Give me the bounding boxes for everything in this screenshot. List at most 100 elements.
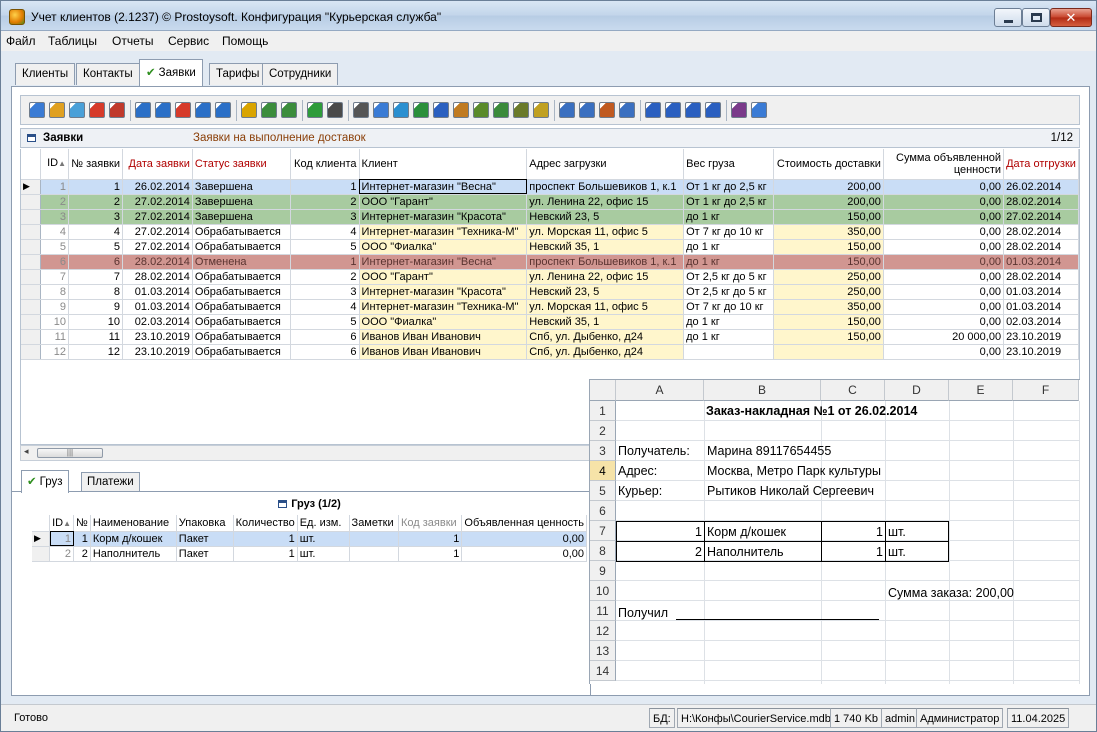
cell-num[interactable]: 2 (68, 194, 123, 210)
title-bar[interactable]: Учет клиентов (2.1237) © Prostoysoft. Ко… (1, 1, 1096, 31)
col-package[interactable]: Упаковка (176, 515, 234, 532)
cell-value[interactable]: 0,00 (883, 224, 1005, 240)
cell-addr[interactable]: Невский 23, 5 (526, 284, 685, 300)
cell-name[interactable]: Наполнитель (90, 546, 177, 562)
cell-status[interactable]: Обрабатывается (192, 344, 291, 360)
row-indicator[interactable] (21, 254, 42, 270)
table-row[interactable]: 12 12 23.10.2019 Обрабатывается 6 Иванов Иван… (21, 344, 1079, 360)
cell-id[interactable]: 2 (49, 546, 75, 562)
cell-client[interactable]: Интернет-магазин "Красота" (359, 209, 528, 225)
cell-num[interactable]: 11 (68, 329, 123, 345)
col-header-e[interactable]: E (949, 380, 1013, 401)
cell-code[interactable]: 2 (290, 194, 360, 210)
order-total[interactable]: Сумма заказа: 200,00 (888, 583, 1014, 603)
cell-value[interactable]: 0,00 (883, 179, 1005, 195)
cell-id[interactable]: 10 (40, 314, 70, 330)
cell-code[interactable]: 5 (290, 314, 360, 330)
add-record-icon[interactable] (29, 102, 45, 118)
row-header-1[interactable]: 1 (590, 401, 616, 421)
cell-num[interactable]: 5 (68, 239, 123, 255)
cell-weight[interactable]: до 1 кг (683, 209, 774, 225)
cell-num[interactable]: 10 (68, 314, 123, 330)
cell-client[interactable]: Интернет-магазин "Красота" (359, 284, 528, 300)
cell-date[interactable]: 27.02.2014 (122, 224, 193, 240)
cell-status[interactable]: Обрабатывается (192, 224, 291, 240)
table-row[interactable]: 6 6 28.02.2014 Отменена 1 Интернет-магазин "В… (21, 254, 1079, 270)
received-label[interactable]: Получил (618, 603, 668, 623)
filter-icon[interactable] (135, 102, 151, 118)
table-row[interactable]: 2 2 Наполнитель Пакет 1 шт. 1 0,00 (32, 546, 587, 562)
export-html-icon[interactable] (453, 102, 469, 118)
refresh-icon[interactable] (307, 102, 323, 118)
menu-file[interactable]: Файл (6, 34, 36, 48)
tab-clients[interactable]: Клиенты (15, 63, 76, 85)
cell-date[interactable]: 23.10.2019 (122, 329, 193, 345)
table-row[interactable]: ▶ 1 1 26.02.2014 Завершена 1 Интернет-магазин … (21, 179, 1079, 195)
col-client-code[interactable]: Код клиента (290, 149, 360, 180)
row-header-13[interactable]: 13 (590, 641, 616, 661)
row-indicator[interactable] (21, 194, 42, 210)
cell-value[interactable]: 0,00 (883, 269, 1005, 285)
col-header-f[interactable]: F (1013, 380, 1079, 401)
cell-code[interactable]: 5 (290, 239, 360, 255)
cell-cost[interactable]: 200,00 (773, 194, 884, 210)
cell-date[interactable]: 01.03.2014 (122, 284, 193, 300)
prev-record-icon[interactable] (665, 102, 681, 118)
cell-ship[interactable]: 02.03.2014 (1003, 314, 1079, 330)
tab-tariffs[interactable]: Тарифы (209, 63, 267, 85)
cell-code[interactable]: 1 (290, 254, 360, 270)
col-order-number[interactable]: № заявки (68, 149, 123, 180)
menu-help[interactable]: Помощь (222, 34, 268, 48)
cell-value[interactable]: 0,00 (883, 254, 1005, 270)
cell-num[interactable]: 1 (73, 531, 91, 547)
cell-pack[interactable]: Пакет (176, 546, 234, 562)
table-row[interactable]: 8 8 01.03.2014 Обрабатывается 3 Интернет-мага… (21, 284, 1079, 300)
table-row[interactable]: 9 9 01.03.2014 Обрабатывается 4 Интернет-мага… (21, 299, 1079, 315)
table-row[interactable]: ▶ 1 1 Корм д/кошек Пакет 1 шт. 1 0,00 (32, 531, 587, 547)
address-label[interactable]: Адрес: (618, 461, 657, 481)
recipient-value[interactable]: Марина 89117654455 (707, 441, 831, 461)
row-header-5[interactable]: 5 (590, 481, 616, 501)
cell-weight[interactable]: до 1 кг (683, 314, 774, 330)
sheet-corner[interactable] (590, 380, 616, 401)
print-preview-icon[interactable] (373, 102, 389, 118)
cell-id[interactable]: 9 (40, 299, 70, 315)
row-indicator[interactable] (32, 546, 51, 562)
cell-client[interactable]: Интернет-магазин "Весна" (359, 179, 528, 195)
horizontal-scrollbar[interactable]: ◂ ||| (20, 445, 603, 461)
cell-unit[interactable]: шт. (297, 546, 350, 562)
export-csv-icon[interactable] (493, 102, 509, 118)
tab-contacts[interactable]: Контакты (76, 63, 140, 85)
filter-remove-icon[interactable] (155, 102, 171, 118)
cell-cost[interactable] (773, 344, 884, 360)
cell-value[interactable]: 0,00 (883, 239, 1005, 255)
cell-date[interactable]: 01.03.2014 (122, 299, 193, 315)
cell-cost[interactable]: 150,00 (773, 314, 884, 330)
recipient-label[interactable]: Получатель: (618, 441, 690, 461)
cell-ship[interactable]: 23.10.2019 (1003, 344, 1079, 360)
cell-order[interactable]: 1 (398, 531, 463, 547)
cell-addr[interactable]: Спб, ул. Дыбенко, д24 (526, 344, 685, 360)
table-row[interactable]: 3 3 27.02.2014 Завершена 3 Интернет-магазин "… (21, 209, 1079, 225)
cell-client[interactable]: ООО "Гарант" (359, 194, 528, 210)
cell-num[interactable]: 4 (68, 224, 123, 240)
row-indicator[interactable] (21, 224, 42, 240)
menu-tables[interactable]: Таблицы (48, 34, 97, 48)
cell-ship[interactable]: 28.02.2014 (1003, 194, 1079, 210)
cell-order[interactable]: 1 (398, 546, 463, 562)
cell-pack[interactable]: Пакет (176, 531, 234, 547)
filter-by-selection-icon[interactable] (215, 102, 231, 118)
cell-code[interactable]: 2 (290, 269, 360, 285)
cell-client[interactable]: ООО "Фиалка" (359, 239, 528, 255)
table-row[interactable]: 2 2 27.02.2014 Завершена 2 ООО "Гарант" ул. Ле… (21, 194, 1079, 210)
col-id[interactable]: ID▲ (49, 515, 75, 532)
cell-code[interactable]: 4 (290, 299, 360, 315)
tab-orders[interactable]: ✔ Заявки (139, 59, 203, 86)
col-header-c[interactable]: C (821, 380, 885, 401)
sort-asc-icon[interactable] (559, 102, 575, 118)
col-unit[interactable]: Ед. изм. (297, 515, 350, 532)
settings-icon[interactable] (619, 102, 635, 118)
courier-label[interactable]: Курьер: (618, 481, 662, 501)
row-indicator[interactable] (21, 239, 42, 255)
filter-clear-icon[interactable] (175, 102, 191, 118)
